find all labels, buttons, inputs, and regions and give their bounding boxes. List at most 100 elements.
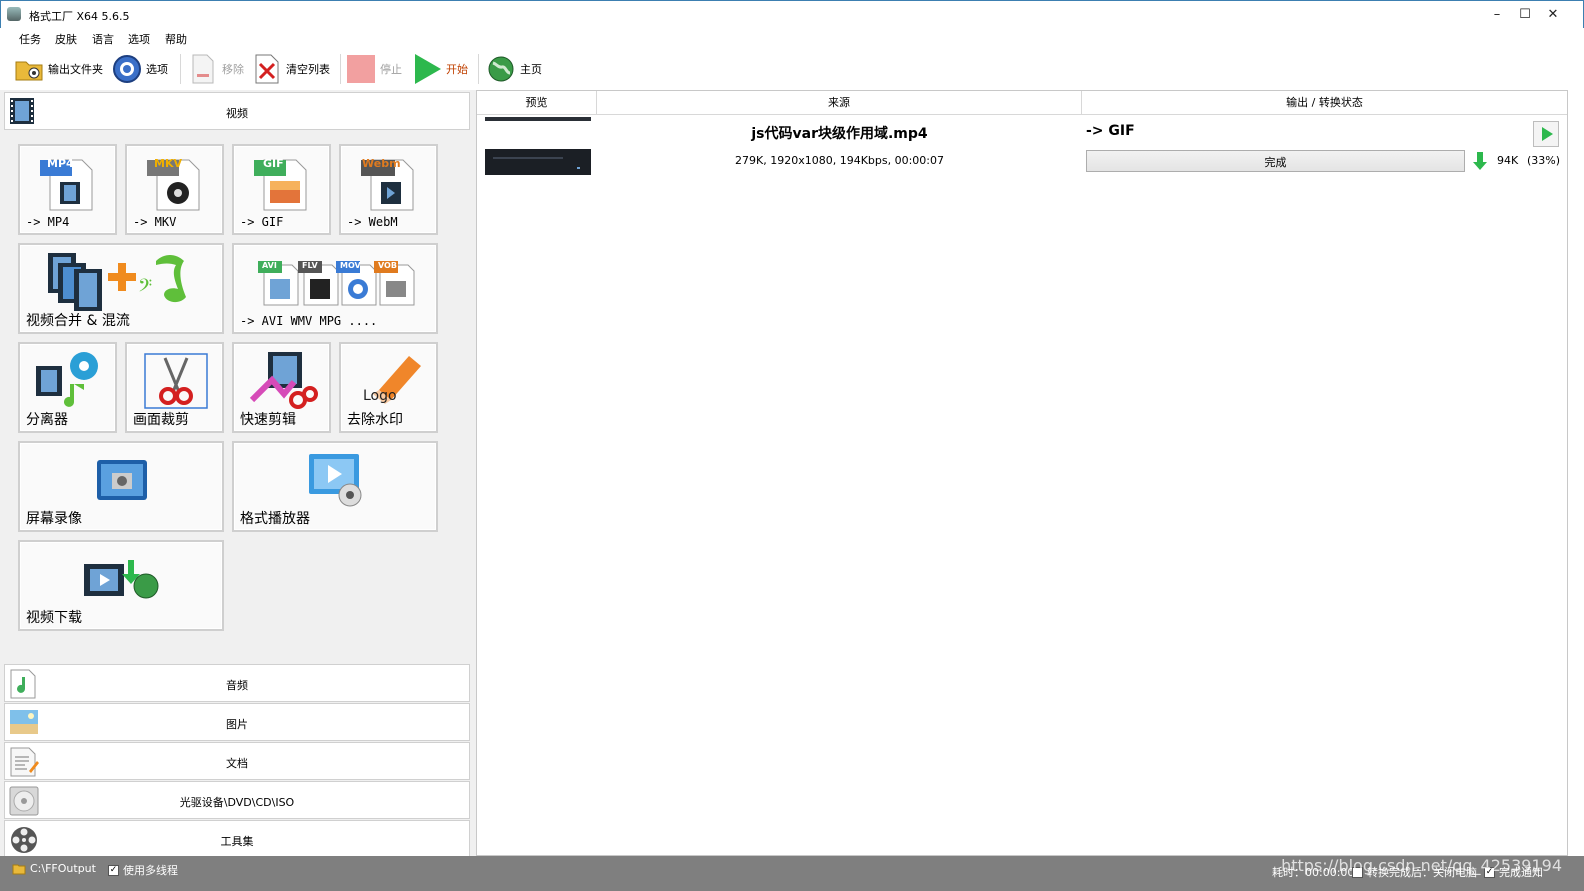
tile-label: 视频下载 — [26, 610, 82, 626]
tile-label: 格式播放器 — [240, 511, 310, 527]
output-path[interactable]: C:\FFOutput — [12, 862, 96, 875]
open-output-button[interactable] — [1533, 121, 1559, 147]
mkv-badge: MKV — [154, 157, 182, 170]
gif-badge: GIF — [263, 157, 284, 170]
player-icon — [309, 454, 362, 507]
tile-video-merge[interactable]: 𝄢 视频合并 & 混流 — [18, 243, 224, 334]
quick-cut-icon — [249, 352, 318, 409]
category-disc[interactable]: 光驱设备\DVD\CD\ISO — [4, 781, 470, 819]
window-edge — [1568, 28, 1584, 856]
clear-list-icon — [252, 54, 282, 84]
category-tools[interactable]: 工具集 — [4, 820, 470, 858]
tile-label: -> GIF — [240, 215, 284, 229]
start-label: 开始 — [446, 63, 468, 76]
window-title: 格式工厂 X64 5.6.5 — [29, 10, 130, 23]
toolbar-separator — [478, 54, 479, 84]
minimize-button[interactable]: – — [1485, 5, 1509, 25]
app-icon — [7, 7, 21, 21]
menu-task[interactable]: 任务 — [19, 31, 41, 47]
tile-to-other-formats[interactable]: AVI FLV MOV VOB -> AVI WMV MPG .... — [232, 243, 438, 334]
tile-label: 画面裁剪 — [133, 412, 189, 428]
webm-badge: Webm — [362, 157, 401, 170]
toolbar: 输出文件夹 选项 移除 清空列表 停止 开始 主页 — [0, 48, 1584, 90]
tile-video-download[interactable]: 视频下载 — [18, 540, 224, 631]
category-disc-label: 光驱设备\DVD\CD\ISO — [179, 796, 295, 809]
document-remove-icon — [188, 54, 218, 84]
tile-label: -> WebM — [347, 215, 398, 229]
column-output[interactable]: 输出 / 转换状态 — [1082, 91, 1567, 115]
checkbox-checked[interactable]: ✓ — [108, 864, 119, 876]
toolbar-separator — [180, 54, 181, 84]
tile-label: 屏幕录像 — [26, 511, 82, 527]
preview-strip — [485, 117, 591, 121]
tile-to-mkv[interactable]: MKV -> MKV — [125, 144, 224, 235]
multithread-checkbox[interactable]: ✓ 使用多线程 — [108, 862, 178, 878]
tile-label: -> AVI WMV MPG .... — [240, 314, 378, 328]
stop-button[interactable]: 停止 — [346, 52, 402, 86]
down-arrow-icon — [1473, 152, 1487, 170]
remove-label: 移除 — [222, 63, 244, 76]
close-button[interactable]: ✕ — [1541, 5, 1565, 25]
multithread-label: 使用多线程 — [123, 864, 178, 877]
output-folder-button[interactable]: 输出文件夹 — [14, 52, 103, 86]
task-row[interactable]: js代码var块级作用域.mp4 279K, 1920x1080, 194Kbp… — [477, 117, 1567, 179]
start-button[interactable]: 开始 — [412, 52, 468, 86]
tile-label: -> MP4 — [26, 215, 70, 229]
tile-screen-record[interactable]: 屏幕录像 — [18, 441, 224, 532]
category-video[interactable]: 视频 — [4, 92, 470, 130]
multi-format-icons: AVI FLV MOV VOB — [258, 259, 418, 307]
category-document-label: 文档 — [226, 757, 248, 770]
options-label: 选项 — [146, 63, 168, 76]
screen-record-icon — [97, 460, 147, 500]
column-preview[interactable]: 预览 — [477, 91, 597, 115]
play-icon — [412, 54, 442, 84]
options-button[interactable]: 选项 — [112, 52, 168, 86]
menu-options[interactable]: 选项 — [128, 31, 150, 47]
flv-badge: FLV — [302, 261, 318, 270]
maximize-button[interactable]: ☐ — [1513, 5, 1537, 25]
mp4-badge: MP4 — [47, 157, 74, 170]
column-source[interactable]: 来源 — [597, 91, 1082, 115]
tile-crop[interactable]: 画面裁剪 — [125, 342, 224, 433]
title-bar: 格式工厂 X64 5.6.5 – ☐ ✕ — [0, 0, 1584, 28]
category-audio-label: 音频 — [226, 679, 248, 692]
clear-list-button[interactable]: 清空列表 — [252, 52, 330, 86]
globe-icon — [486, 54, 516, 84]
category-video-label: 视频 — [226, 107, 248, 120]
download-icon — [84, 560, 159, 599]
menu-help[interactable]: 帮助 — [165, 31, 187, 47]
home-button[interactable]: 主页 — [486, 52, 542, 86]
tile-format-player[interactable]: 格式播放器 — [232, 441, 438, 532]
clear-list-label: 清空列表 — [286, 63, 330, 76]
tile-remove-watermark[interactable]: Logo 去除水印 — [339, 342, 438, 433]
tile-to-mp4[interactable]: MP4 -> MP4 — [18, 144, 117, 235]
category-image[interactable]: 图片 — [4, 703, 470, 741]
status-text: 完成 — [1264, 156, 1287, 169]
stop-label: 停止 — [380, 63, 402, 76]
menu-skin[interactable]: 皮肤 — [55, 31, 77, 47]
category-panel: 视频 MP4 -> MP4 MKV -> MKV GIF -> GIF Webm… — [0, 90, 474, 866]
svg-text:𝄢: 𝄢 — [138, 276, 152, 301]
preview-thumbnail — [485, 149, 591, 175]
tile-label: 去除水印 — [347, 412, 403, 428]
tile-quick-cut[interactable]: 快速剪辑 — [232, 342, 331, 433]
vob-badge: VOB — [378, 261, 397, 270]
tile-to-gif[interactable]: GIF -> GIF — [232, 144, 331, 235]
task-info: 279K, 1920x1080, 194Kbps, 00:00:07 — [735, 154, 944, 167]
merge-icon: 𝄢 — [48, 253, 186, 311]
folder-icon — [12, 864, 26, 874]
category-audio[interactable]: 音频 — [4, 664, 470, 702]
logo-text: Logo — [363, 388, 397, 404]
output-ratio: (33%) — [1527, 154, 1561, 167]
task-list: 预览 来源 输出 / 转换状态 js代码var块级作用域.mp4 279K, 1… — [476, 90, 1568, 856]
tile-label: -> MKV — [133, 215, 177, 229]
stop-icon — [346, 54, 376, 84]
menu-language[interactable]: 语言 — [92, 31, 114, 47]
output-size: 94K — [1497, 154, 1519, 167]
tile-label: 分离器 — [26, 412, 68, 428]
home-label: 主页 — [520, 63, 542, 76]
category-document[interactable]: 文档 — [4, 742, 470, 780]
tile-to-webm[interactable]: Webm -> WebM — [339, 144, 438, 235]
tile-splitter[interactable]: 分离器 — [18, 342, 117, 433]
remove-button[interactable]: 移除 — [188, 52, 244, 86]
